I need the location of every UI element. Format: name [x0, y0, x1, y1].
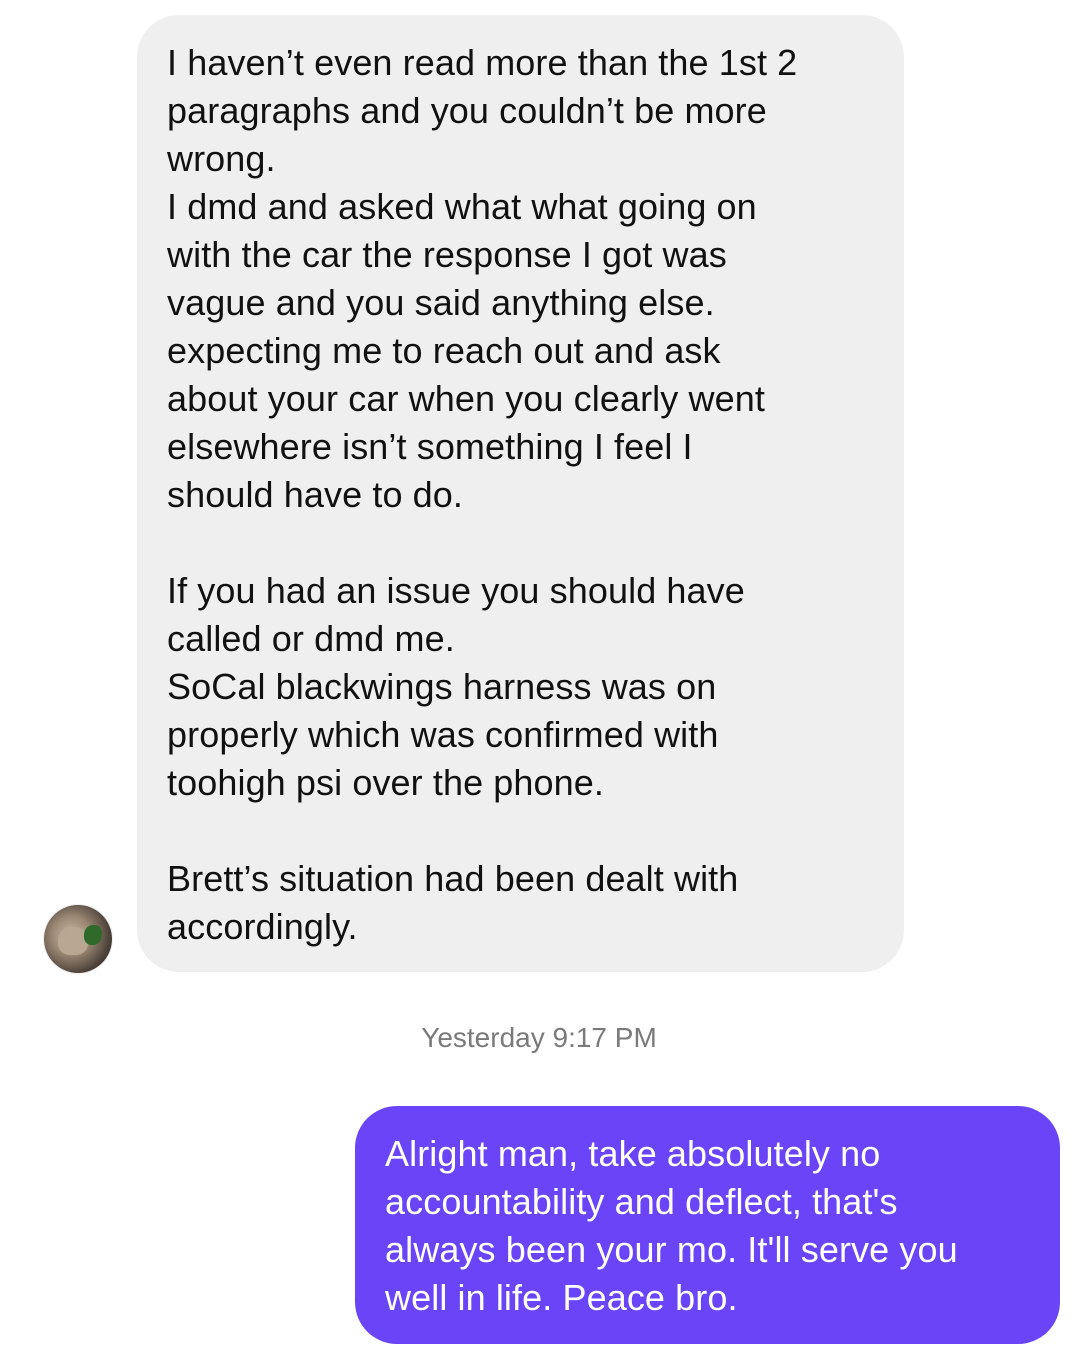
received-message-text: I haven’t even read more than the 1st 2 … [167, 42, 798, 947]
plant-icon [84, 925, 102, 945]
received-message-row: I haven’t even read more than the 1st 2 … [0, 0, 1078, 980]
sent-message-bubble[interactable]: Alright man, take absolutely no accounta… [355, 1106, 1060, 1344]
sender-avatar[interactable] [44, 905, 112, 973]
sent-message-text: Alright man, take absolutely no accounta… [385, 1133, 958, 1318]
received-message-bubble[interactable]: I haven’t even read more than the 1st 2 … [137, 15, 904, 972]
message-timestamp: Yesterday 9:17 PM [421, 1022, 657, 1053]
